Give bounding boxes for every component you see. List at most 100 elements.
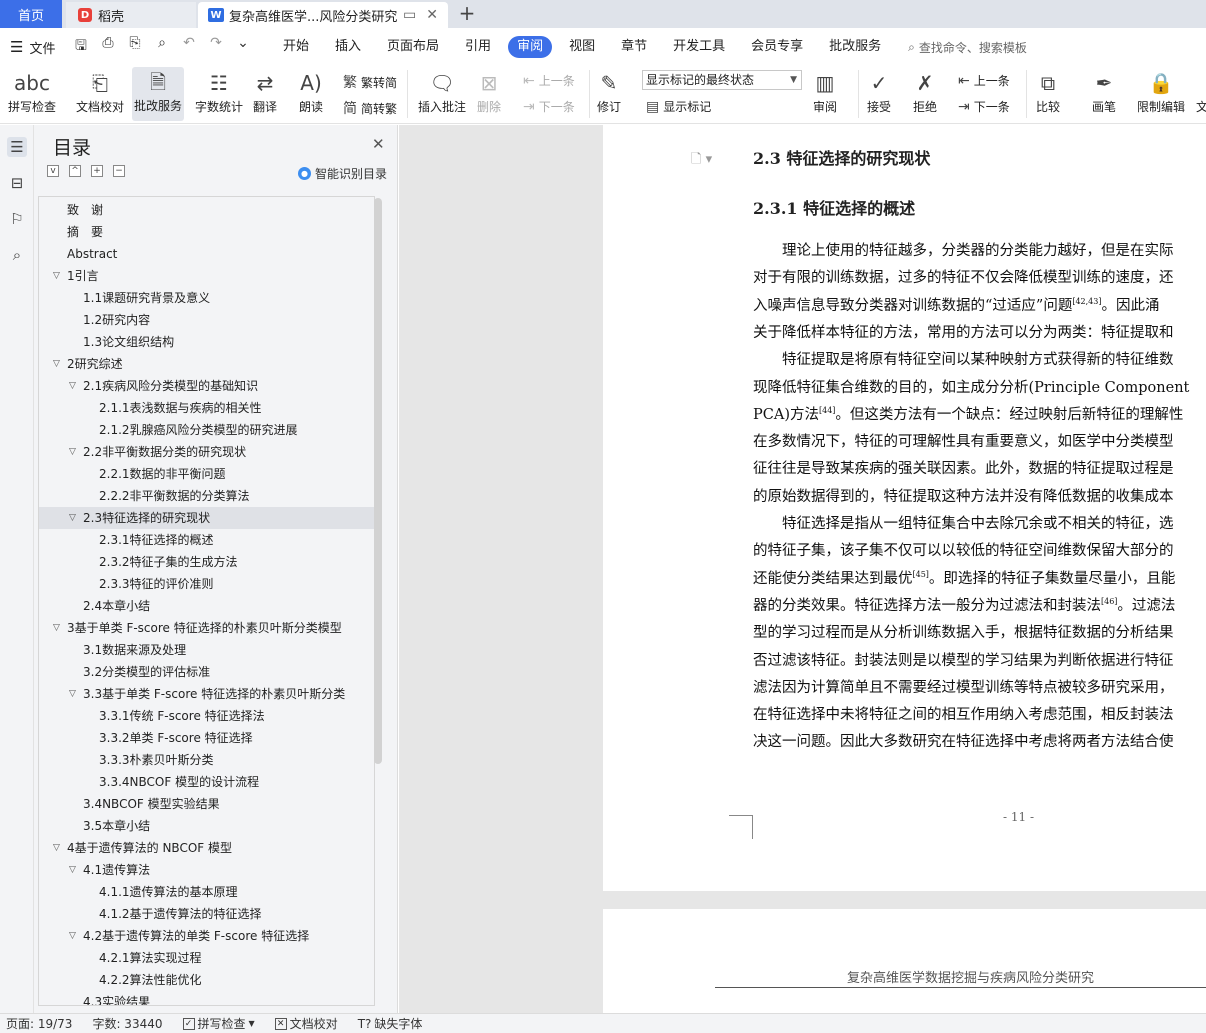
- review-pane-button[interactable]: ▥ 审阅: [813, 68, 837, 115]
- chevron-down-icon[interactable]: ▽: [53, 617, 60, 639]
- export-pdf-icon[interactable]: ⎘: [126, 35, 144, 59]
- chevron-down-icon[interactable]: ▽: [69, 507, 76, 529]
- chevron-down-icon[interactable]: ▽: [69, 441, 76, 463]
- tab-active-document[interactable]: W 复杂高维医学...风险分类研究 ▭ ✕: [198, 2, 448, 28]
- simp-to-trad-button[interactable]: 简 简转繁: [343, 98, 397, 118]
- toc-item[interactable]: 4.1.2基于遗传算法的特征选择: [39, 903, 374, 925]
- restrict-edit-button[interactable]: 🔒 限制编辑: [1137, 68, 1185, 115]
- insert-comment-button[interactable]: 🗨 插入批注: [418, 68, 466, 115]
- toc-item[interactable]: 致 谢: [39, 199, 374, 221]
- undo-icon[interactable]: ↶: [180, 35, 198, 59]
- menu-tab-developer[interactable]: 开发工具: [660, 36, 738, 58]
- toc-item[interactable]: 3.3.2单类 F-score 特征选择: [39, 727, 374, 749]
- toc-item[interactable]: 3.3.4NBCOF 模型的设计流程: [39, 771, 374, 793]
- smart-toc-button[interactable]: ● 智能识别目录: [298, 165, 387, 182]
- close-icon[interactable]: ✕: [372, 135, 385, 153]
- status-missing-font[interactable]: T? 缺失字体: [358, 1015, 423, 1032]
- next-change-button[interactable]: ⇥ 下一条: [958, 98, 1010, 115]
- toc-item[interactable]: 1.3论文组织结构: [39, 331, 374, 353]
- doc-proof-button[interactable]: ⎗ 文档校对: [76, 68, 124, 115]
- toc-item[interactable]: 2.3.1特征选择的概述: [39, 529, 374, 551]
- print-preview-icon[interactable]: ⌕: [153, 35, 171, 59]
- add-toc-item-icon[interactable]: +: [91, 165, 103, 177]
- toc-item[interactable]: 4.3实验结果: [39, 991, 374, 1005]
- toc-item[interactable]: ▽ 2研究综述: [39, 353, 374, 375]
- menu-tab-insert[interactable]: 插入: [322, 36, 374, 58]
- chevron-down-icon[interactable]: ▽: [53, 837, 60, 859]
- word-count-button[interactable]: ☷ 字数统计: [195, 68, 243, 115]
- toc-item[interactable]: 2.3.3特征的评价准则: [39, 573, 374, 595]
- toc-item[interactable]: 1.1课题研究背景及意义: [39, 287, 374, 309]
- menu-tab-revise-service[interactable]: 批改服务: [816, 36, 894, 58]
- menu-tab-view[interactable]: 视图: [556, 36, 608, 58]
- spell-check-button[interactable]: abc 拼写检查: [8, 68, 56, 115]
- chevron-down-icon[interactable]: ▽: [69, 683, 76, 705]
- toc-item[interactable]: 2.1.1表浅数据与疾病的相关性: [39, 397, 374, 419]
- pin-window-icon[interactable]: ▭: [403, 7, 416, 23]
- ink-button[interactable]: ✒ 画笔: [1092, 68, 1116, 115]
- menu-tab-start[interactable]: 开始: [270, 36, 322, 58]
- collapse-all-icon[interactable]: v: [47, 165, 59, 177]
- remove-toc-item-icon[interactable]: −: [113, 165, 125, 177]
- chevron-down-icon[interactable]: ▽: [69, 859, 76, 881]
- menu-tab-member[interactable]: 会员专享: [738, 36, 816, 58]
- citation-ref[interactable]: [42,43]: [1072, 297, 1101, 306]
- toc-item[interactable]: 3.4NBCOF 模型实验结果: [39, 793, 374, 815]
- chevron-down-icon[interactable]: ▽: [69, 375, 76, 397]
- toc-scrollbar[interactable]: [374, 198, 382, 764]
- more-icon[interactable]: ⌄: [234, 35, 252, 59]
- toc-item[interactable]: Abstract: [39, 243, 374, 265]
- toc-item[interactable]: 2.4本章小结: [39, 595, 374, 617]
- file-menu-button[interactable]: ☰ 文件: [0, 38, 66, 57]
- toc-item[interactable]: 2.2.2非平衡数据的分类算法: [39, 485, 374, 507]
- toc-item[interactable]: 3.2分类模型的评估标准: [39, 661, 374, 683]
- citation-ref[interactable]: [44]: [819, 406, 835, 415]
- read-aloud-button[interactable]: A) 朗读: [299, 68, 323, 115]
- menu-tab-review[interactable]: 审阅: [508, 36, 553, 58]
- toc-item[interactable]: ▽ 4.2基于遗传算法的单类 F-score 特征选择: [39, 925, 374, 947]
- save-icon[interactable]: 🖫: [72, 35, 90, 59]
- toc-item[interactable]: 2.2.1数据的非平衡问题: [39, 463, 374, 485]
- menu-tab-layout[interactable]: 页面布局: [374, 36, 452, 58]
- menu-tab-reference[interactable]: 引用: [452, 36, 504, 58]
- prev-change-button[interactable]: ⇤ 上一条: [958, 72, 1010, 89]
- toc-item[interactable]: ▽ 3.3基于单类 F-score 特征选择的朴素贝叶斯分类: [39, 683, 374, 705]
- toc-item[interactable]: 4.1.1遗传算法的基本原理: [39, 881, 374, 903]
- delete-comment-button[interactable]: ⊠ 删除: [477, 68, 501, 115]
- document-permission-button[interactable]: 文: [1196, 68, 1206, 115]
- close-tab-icon[interactable]: ✕: [426, 7, 438, 23]
- toc-item[interactable]: 4.2.2算法性能优化: [39, 969, 374, 991]
- markup-state-select[interactable]: 显示标记的最终状态 ▼: [642, 70, 802, 90]
- prev-comment-button[interactable]: ⇤ 上一条: [523, 72, 575, 89]
- status-spell-check[interactable]: ✓ 拼写检查 ▼: [182, 1015, 255, 1032]
- toc-item[interactable]: ▽ 4基于遗传算法的 NBCOF 模型: [39, 837, 374, 859]
- print-icon[interactable]: ⎙: [99, 35, 117, 59]
- toc-item[interactable]: ▽ 2.2非平衡数据分类的研究现状: [39, 441, 374, 463]
- find-icon[interactable]: ⌕: [7, 245, 27, 265]
- tab-daoke[interactable]: D 稻壳: [66, 2, 196, 28]
- toc-item[interactable]: 3.3.1传统 F-score 特征选择法: [39, 705, 374, 727]
- toc-item[interactable]: 3.5本章小结: [39, 815, 374, 837]
- toc-panel-icon[interactable]: ☰: [7, 137, 27, 157]
- toc-item[interactable]: 3.3.3朴素贝叶斯分类: [39, 749, 374, 771]
- toc-item[interactable]: 2.3.2特征子集的生成方法: [39, 551, 374, 573]
- bookmark-icon[interactable]: ⚐: [7, 209, 27, 229]
- toc-item[interactable]: 4.2.1算法实现过程: [39, 947, 374, 969]
- page-indicator[interactable]: 页面: 19/73: [6, 1015, 72, 1032]
- chevron-down-icon[interactable]: ▽: [69, 925, 76, 947]
- citation-ref[interactable]: [46]: [1101, 597, 1117, 606]
- document-page[interactable]: 🗋 ▾ 2.3 特征选择的研究现状 2.3.1 特征选择的概述 - 11 - 理…: [603, 125, 1206, 891]
- track-changes-button[interactable]: ✎ 修订: [597, 68, 621, 115]
- toc-item[interactable]: ▽ 1引言: [39, 265, 374, 287]
- expand-all-icon[interactable]: ^: [69, 165, 81, 177]
- paragraph-menu-icon[interactable]: 🗋 ▾: [691, 150, 712, 172]
- toc-item[interactable]: 3.1数据来源及处理: [39, 639, 374, 661]
- accept-button[interactable]: ✓ 接受: [867, 68, 891, 115]
- word-count-indicator[interactable]: 字数: 33440: [92, 1015, 162, 1032]
- menu-tab-section[interactable]: 章节: [608, 36, 660, 58]
- redo-icon[interactable]: ↷: [207, 35, 225, 59]
- toc-item[interactable]: ▽ 4.1遗传算法: [39, 859, 374, 881]
- toc-item[interactable]: 2.1.2乳腺癌风险分类模型的研究进展: [39, 419, 374, 441]
- chapter-nav-icon[interactable]: ⊟: [7, 173, 27, 193]
- compare-button[interactable]: ⧉ 比较: [1036, 68, 1060, 115]
